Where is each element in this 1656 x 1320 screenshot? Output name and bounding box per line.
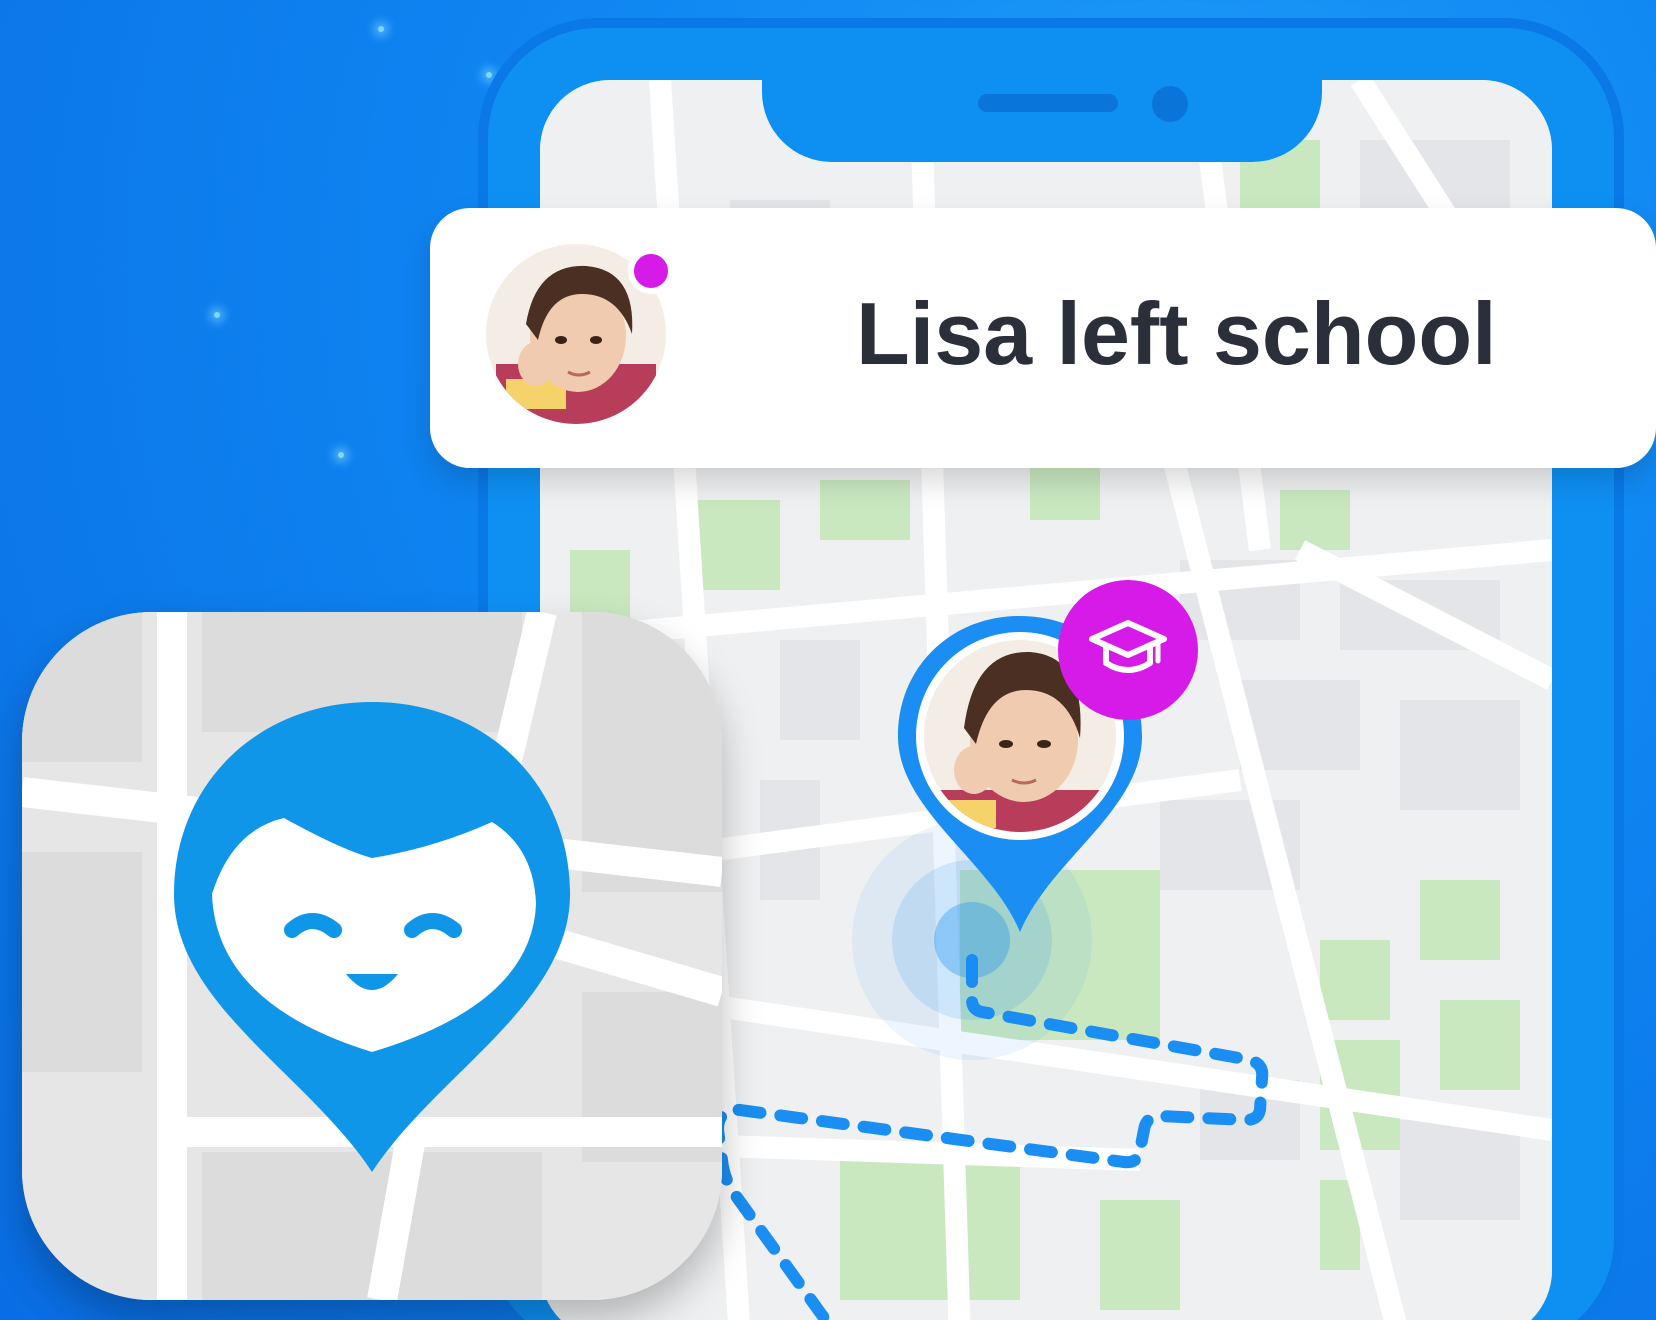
notification-message: Lisa left school <box>856 284 1497 383</box>
sparkle-decoration <box>214 312 220 318</box>
status-dot <box>628 248 674 294</box>
graduation-cap-icon <box>1058 580 1198 720</box>
sparkle-decoration <box>378 26 384 32</box>
app-logo-icon[interactable] <box>22 612 722 1300</box>
phone-camera <box>1152 86 1188 122</box>
sparkle-decoration <box>486 72 492 78</box>
notification-card[interactable]: Lisa left school <box>430 208 1656 468</box>
phone-notch <box>762 70 1322 162</box>
sparkle-decoration <box>338 452 344 458</box>
phone-speaker <box>978 94 1118 112</box>
